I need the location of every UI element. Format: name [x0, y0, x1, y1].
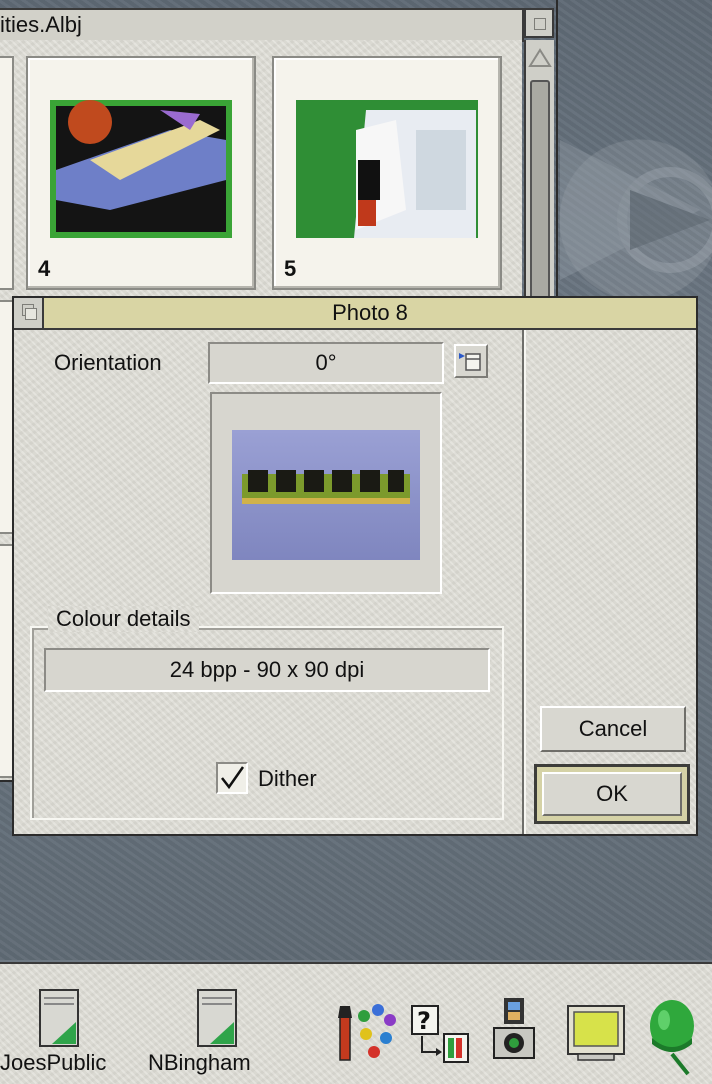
harddisc-nbingham[interactable]: [196, 988, 242, 1053]
dialog-title-bar[interactable]: Photo 8: [14, 298, 696, 330]
photo-dialog: Photo 8 Orientation 0° Colour details 24…: [12, 296, 698, 836]
help-icon: ?: [411, 1005, 469, 1063]
orientation-value: 0°: [315, 350, 337, 375]
acorn-task-manager[interactable]: [644, 998, 700, 1083]
harddisc-icon: [39, 989, 79, 1047]
photo-preview-image: [232, 430, 420, 560]
svg-text:?: ?: [417, 1007, 431, 1035]
orientation-field[interactable]: 0°: [208, 342, 444, 384]
display-manager[interactable]: [566, 1004, 628, 1067]
back-icon-front: [25, 308, 37, 320]
acorn-icon: [650, 1000, 694, 1076]
thumbnail-image: [296, 100, 478, 238]
dither-label: Dither: [258, 766, 317, 791]
thumbnail-card-4[interactable]: 4: [26, 56, 256, 290]
camera-app[interactable]: [490, 996, 538, 1067]
toggle-size-icon: [534, 18, 546, 30]
paint-palette-icon: [338, 1004, 396, 1061]
harddisc-label: JoesPublic: [0, 1050, 107, 1075]
ok-button[interactable]: OK: [542, 772, 682, 816]
thumbnail-number: 4: [38, 256, 51, 281]
dither-checkbox[interactable]: [216, 762, 248, 794]
orientation-menu-button[interactable]: [454, 344, 488, 378]
harddisc-joespublic[interactable]: [38, 988, 84, 1053]
harddisc-icon: [197, 989, 237, 1047]
cancel-button[interactable]: Cancel: [540, 706, 686, 752]
album-title-bar[interactable]: ities.Albj: [0, 8, 524, 42]
thumbnail-image: [50, 100, 232, 238]
ok-button-label: OK: [596, 781, 628, 806]
dialog-divider: [522, 330, 524, 834]
thumbnail-number: 5: [284, 256, 297, 281]
album-window-title: ities.Albj: [0, 12, 82, 37]
scrollbar-thumb[interactable]: [530, 80, 550, 320]
colour-details-label: Colour details: [48, 606, 199, 632]
dialog-body: Orientation 0° Colour details 24 bpp - 9…: [14, 330, 696, 834]
cancel-button-label: Cancel: [578, 716, 648, 741]
icon-bar: JoesPublic NBingham ?: [0, 962, 712, 1084]
colour-details-field: 24 bpp - 90 x 90 dpi: [44, 648, 490, 692]
desktop-logo-graphic: [560, 140, 712, 280]
help-app[interactable]: ?: [408, 1004, 472, 1071]
toggle-size-button[interactable]: [524, 8, 554, 38]
colour-details-value: 24 bpp - 90 x 90 dpi: [169, 657, 365, 682]
camera-film-icon: [493, 998, 535, 1059]
thumbnail-card-partial[interactable]: [0, 56, 14, 290]
paint-app[interactable]: [334, 1002, 402, 1069]
orientation-label: Orientation: [54, 350, 162, 375]
monitor-icon: [567, 1005, 625, 1061]
back-button[interactable]: [14, 298, 44, 328]
popup-menu-icon: [459, 353, 481, 371]
thumbnail-card-5[interactable]: 5: [272, 56, 502, 290]
checkmark-icon: [221, 766, 245, 790]
scroll-up-arrow-icon[interactable]: [528, 42, 552, 72]
dialog-title: Photo 8: [332, 300, 408, 325]
harddisc-label: NBingham: [148, 1050, 251, 1075]
